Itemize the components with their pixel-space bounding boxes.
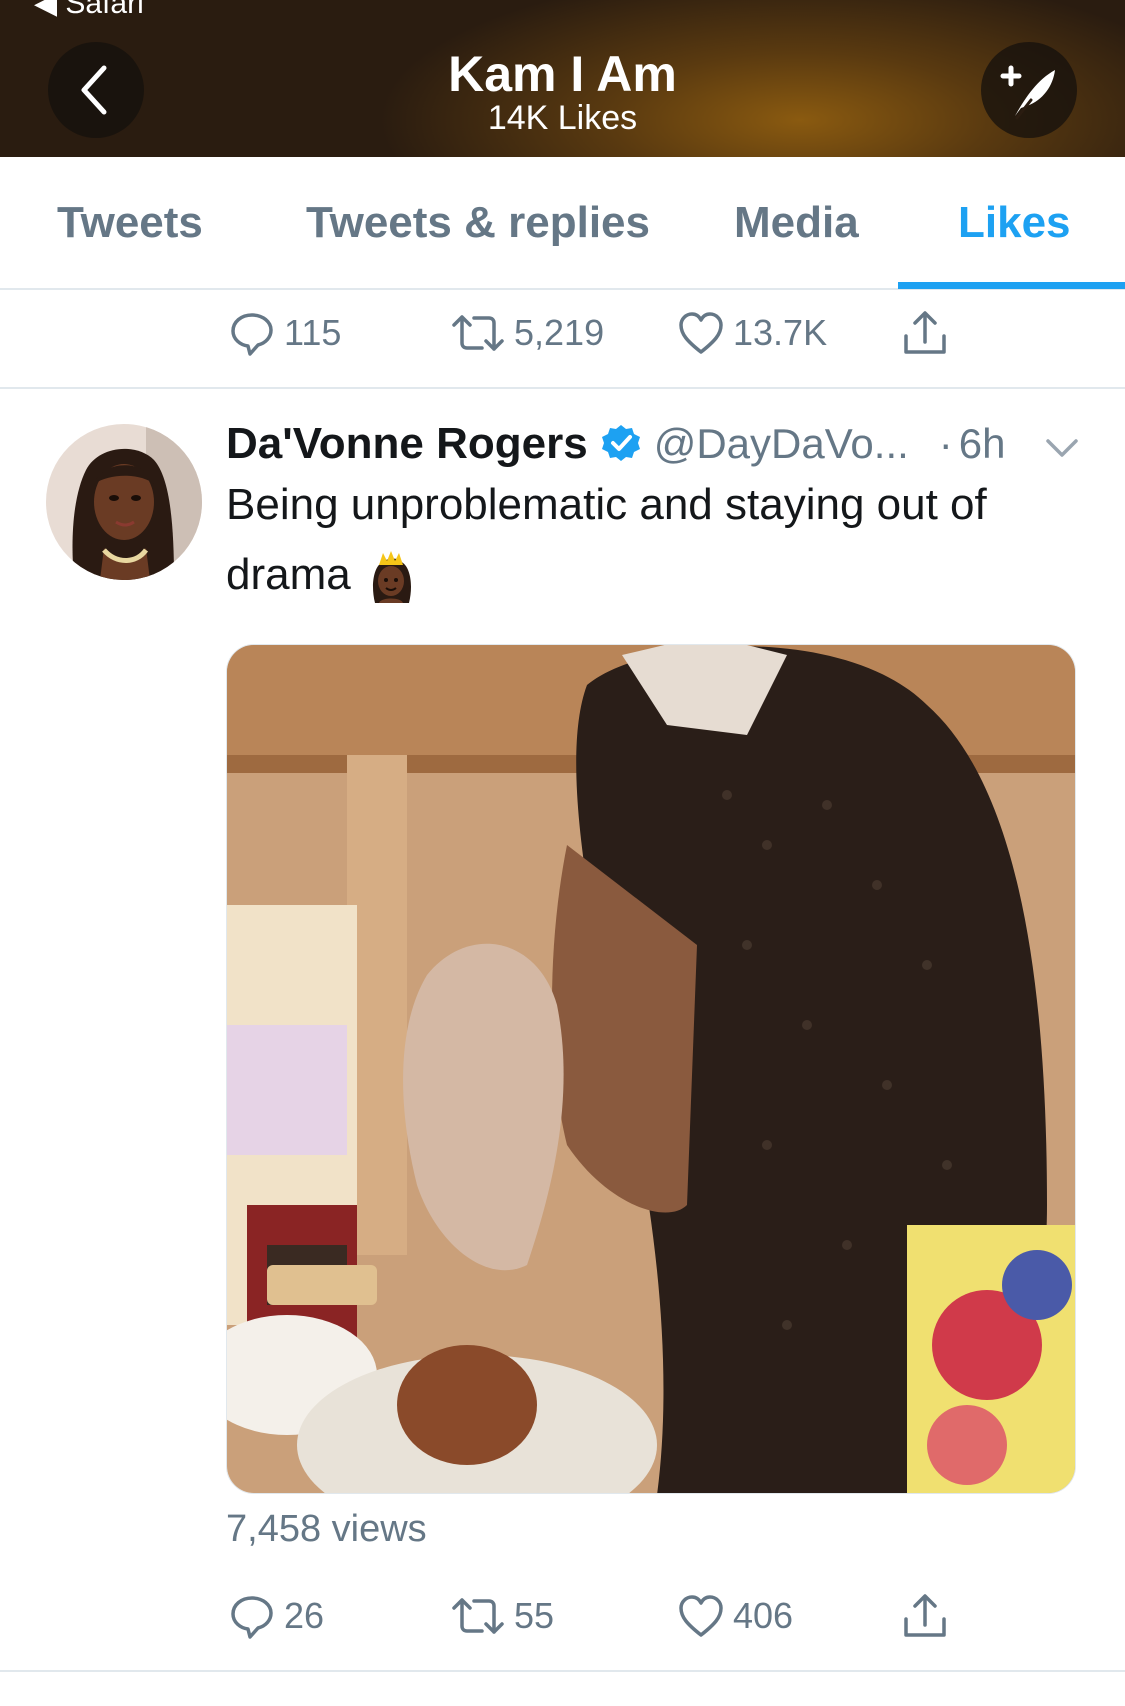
profile-name: Kam I Am (448, 46, 677, 102)
heart-icon (679, 1595, 723, 1637)
tab-tweets-and-replies[interactable]: Tweets & replies (306, 197, 650, 249)
reply-button[interactable]: 26 (228, 1576, 324, 1656)
tweet-text-block: Being unproblematic and staying out of d… (226, 470, 1096, 610)
princess-emoji-icon (372, 551, 411, 604)
share-icon (904, 1594, 946, 1637)
reply-button[interactable]: 115 (228, 293, 341, 373)
avatar-photo (46, 424, 202, 580)
time-separator: · (938, 420, 953, 467)
tab-likes[interactable]: Likes (958, 197, 1071, 249)
tab-tweets[interactable]: Tweets (57, 197, 203, 249)
view-count: 7,458 views (226, 1508, 427, 1550)
author-handle[interactable]: @DayDaVo... (654, 420, 909, 468)
retweet-button[interactable]: 55 (450, 1576, 554, 1656)
active-tab-indicator (898, 282, 1125, 289)
retweet-count: 55 (514, 1595, 555, 1636)
retweet-icon (452, 1598, 504, 1634)
profile-tabs: Tweets Tweets & replies Media Likes (0, 157, 1125, 290)
compose-feather-icon (1000, 65, 1055, 120)
retweet-count: 5,219 (514, 312, 605, 353)
tweet-header: Da'Vonne Rogers @DayDaVo... · 6h (226, 414, 1096, 474)
retweet-icon (452, 315, 504, 351)
retweet-button[interactable]: 5,219 (450, 293, 604, 373)
share-button[interactable] (900, 293, 950, 373)
reply-icon (231, 1596, 273, 1639)
likes-count: 14K Likes (487, 99, 638, 137)
tweet-time: 6h (958, 420, 1006, 467)
previous-tweet-actions: 115 5,219 13.7K (0, 293, 1125, 373)
verified-badge-icon (601, 425, 640, 461)
profile-header: ◀ Safari Kam I Am 14K Likes (0, 0, 1125, 157)
like-count: 13.7K (733, 312, 828, 353)
back-to-safari-link[interactable]: ◀ Safari (34, 0, 144, 21)
like-button[interactable]: 13.7K (677, 293, 827, 373)
tweet-divider (0, 387, 1125, 389)
author-avatar[interactable] (46, 424, 202, 580)
share-button[interactable] (900, 1576, 950, 1656)
chevron-down-icon[interactable] (1042, 428, 1082, 468)
tweet-divider-bottom (0, 1670, 1125, 1672)
like-count: 406 (733, 1595, 794, 1636)
compose-tweet-button[interactable] (981, 42, 1077, 138)
tweet-text: Being unproblematic and staying out of d… (226, 480, 987, 599)
reply-count: 26 (284, 1595, 325, 1636)
share-icon (904, 311, 946, 354)
video-frame-image (227, 645, 1075, 1493)
like-button[interactable]: 406 (677, 1576, 793, 1656)
reply-count: 115 (284, 312, 342, 353)
tweet-actions: 26 55 406 (0, 1576, 1125, 1656)
author-name[interactable]: Da'Vonne Rogers (226, 419, 588, 469)
tweet-video[interactable] (226, 644, 1076, 1494)
heart-icon (679, 312, 723, 354)
tab-media[interactable]: Media (734, 197, 859, 249)
reply-icon (231, 313, 273, 356)
